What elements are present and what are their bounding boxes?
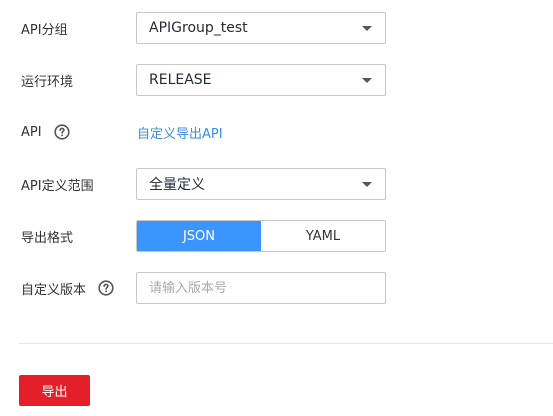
chevron-down-icon xyxy=(362,181,372,187)
chevron-down-icon xyxy=(362,77,372,83)
export-format-toggle: JSON YAML xyxy=(136,220,386,252)
environment-label: 运行环境 xyxy=(21,64,73,96)
custom-version-label: 自定义版本 xyxy=(21,272,114,304)
environment-select-value: RELEASE xyxy=(149,72,212,88)
question-circle-icon[interactable] xyxy=(53,124,70,140)
format-option-yaml[interactable]: YAML xyxy=(261,221,385,251)
api-scope-label: API定义范围 xyxy=(21,168,94,200)
api-group-label: API分组 xyxy=(21,12,68,44)
export-format-label: 导出格式 xyxy=(21,220,73,252)
footer-divider xyxy=(19,343,553,344)
format-option-json[interactable]: JSON xyxy=(137,221,261,251)
question-circle-icon[interactable] xyxy=(98,280,114,296)
api-label-text: API xyxy=(21,124,42,140)
export-api-form: API分组 APIGroup_test 运行环境 RELEASE API 自定义… xyxy=(0,0,553,416)
export-format-label-text: 导出格式 xyxy=(21,230,74,246)
chevron-down-icon xyxy=(362,25,372,31)
api-scope-label-text: API定义范围 xyxy=(21,178,94,194)
api-scope-select[interactable]: 全量定义 xyxy=(136,168,386,200)
custom-export-api-link[interactable]: 自定义导出API xyxy=(137,116,223,148)
api-group-select[interactable]: APIGroup_test xyxy=(136,12,386,44)
api-group-select-value: APIGroup_test xyxy=(149,20,248,36)
environment-label-text: 运行环境 xyxy=(21,74,74,90)
environment-select[interactable]: RELEASE xyxy=(136,64,386,96)
api-group-label-text: API分组 xyxy=(21,22,68,38)
custom-version-label-text: 自定义版本 xyxy=(21,282,87,298)
api-label: API xyxy=(21,116,70,148)
export-button[interactable]: 导出 xyxy=(19,375,90,406)
custom-version-input[interactable] xyxy=(136,272,386,304)
api-scope-select-value: 全量定义 xyxy=(149,177,205,193)
